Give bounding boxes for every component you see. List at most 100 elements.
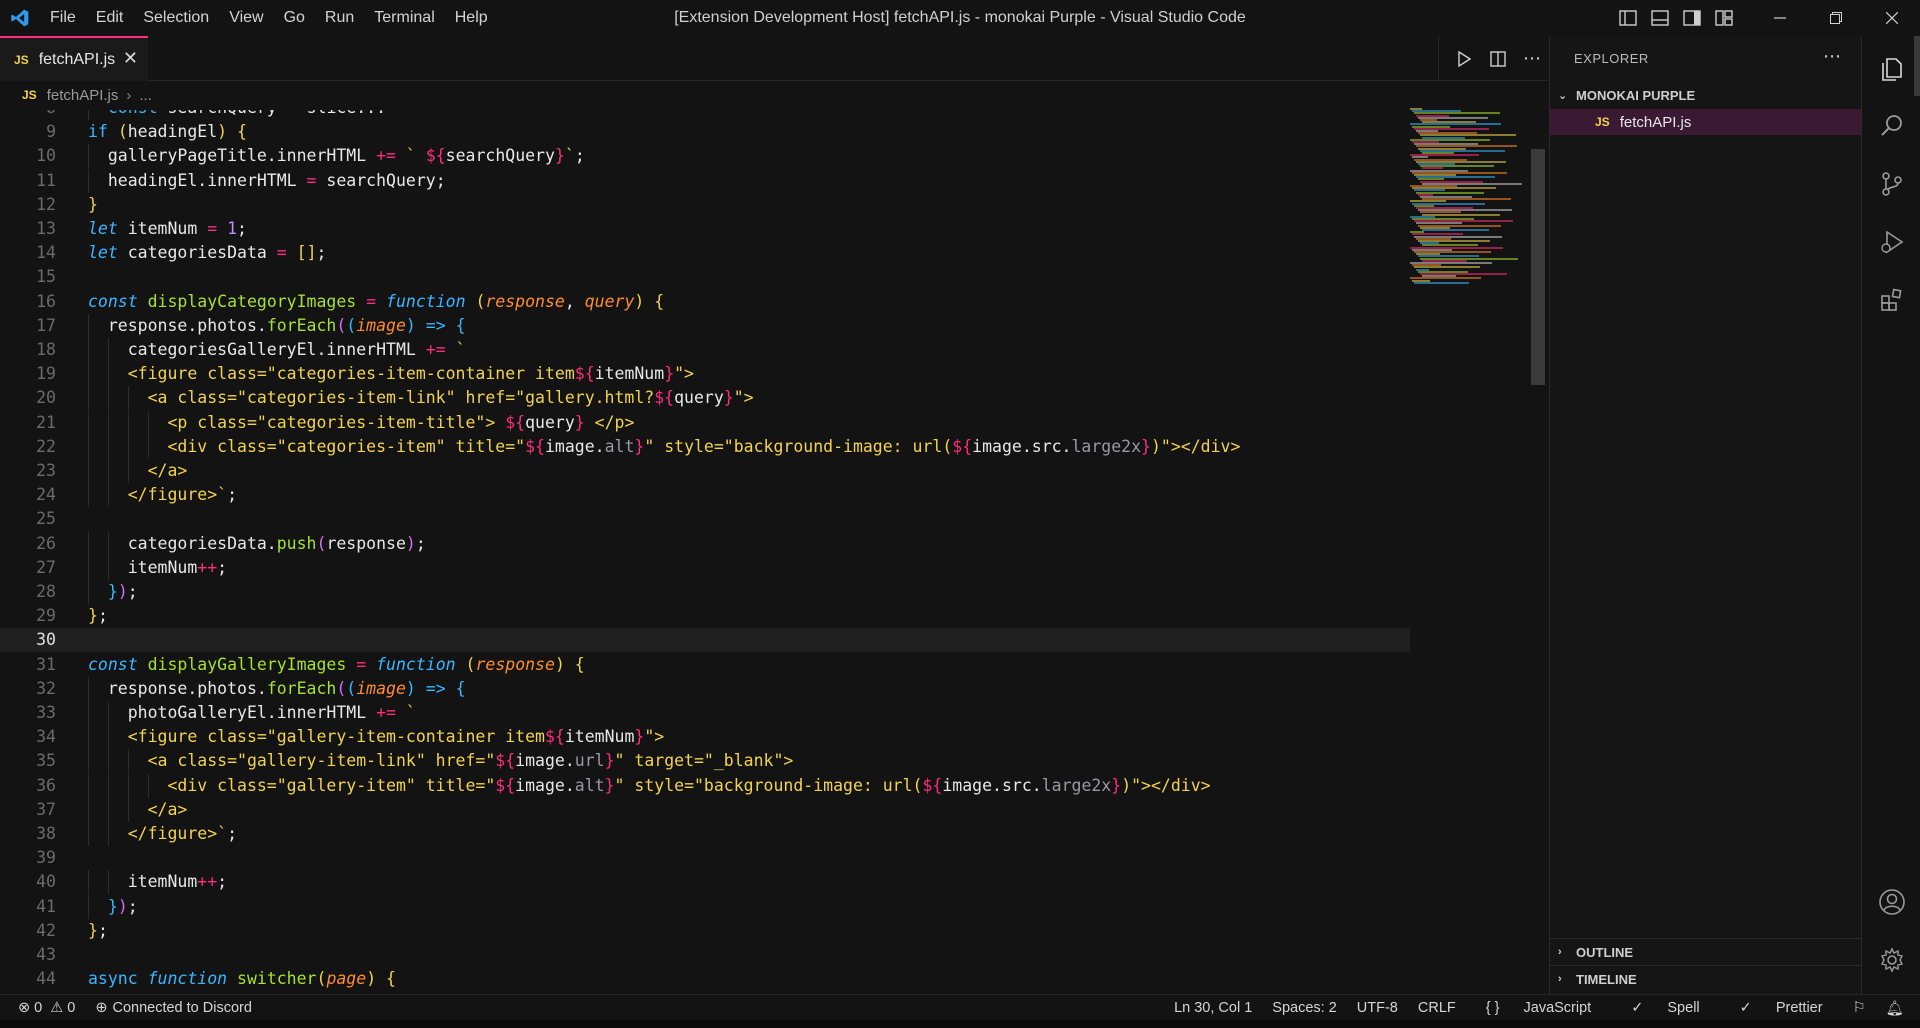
globe-icon: ⊕ bbox=[95, 1000, 108, 1016]
settings-gear-icon[interactable] bbox=[1862, 932, 1920, 988]
menu-selection[interactable]: Selection bbox=[133, 0, 219, 36]
timeline-header[interactable]: › TIMELINE bbox=[1550, 966, 1862, 992]
code-line[interactable]: 43 bbox=[0, 943, 1410, 967]
line-number: 24 bbox=[36, 485, 56, 505]
code-line[interactable]: 21 <p class="categories-item-title"> ${q… bbox=[0, 410, 1410, 435]
discord-label: Connected to Discord bbox=[112, 1000, 252, 1016]
line-endings[interactable]: CRLF bbox=[1408, 1000, 1466, 1016]
explorer-file-item[interactable]: JS fetchAPI.js bbox=[1550, 109, 1861, 135]
indent-guide bbox=[128, 386, 130, 411]
split-editor-icon[interactable] bbox=[1481, 36, 1515, 81]
code-line[interactable]: 13 let itemNum = 1; bbox=[0, 217, 1410, 241]
menu-run[interactable]: Run bbox=[315, 0, 364, 36]
tab-fetchapi[interactable]: JS fetchAPI.js ✕ bbox=[0, 36, 148, 81]
code-line[interactable]: 23 </a> bbox=[0, 459, 1410, 483]
feedback-icon[interactable]: ⚐ bbox=[1843, 1000, 1876, 1016]
indentation[interactable]: Spaces: 2 bbox=[1262, 1000, 1347, 1016]
problems-status[interactable]: ⊗ 0 ⚠ 0 bbox=[18, 1000, 75, 1016]
code-line[interactable]: 41 }); bbox=[0, 894, 1410, 919]
code-line[interactable]: 32 response.photos.forEach((image) => { bbox=[0, 676, 1410, 701]
menu-go[interactable]: Go bbox=[274, 0, 315, 36]
code-line[interactable]: 29}; bbox=[0, 604, 1410, 628]
line-number: 12 bbox=[36, 194, 56, 214]
code-line[interactable]: 16 const displayCategoryImages = function… bbox=[0, 290, 1410, 314]
code-line[interactable]: 37 </a> bbox=[0, 797, 1410, 822]
language-mode[interactable]: { } JavaScript bbox=[1466, 1000, 1611, 1016]
code-line[interactable]: 28 }); bbox=[0, 580, 1410, 604]
code-line[interactable]: 12} bbox=[0, 193, 1410, 217]
code-line[interactable]: 11 headingEl.innerHTML = searchQuery; bbox=[0, 168, 1410, 193]
code-line[interactable]: 33 photoGalleryEl.innerHTML += ` bbox=[0, 701, 1410, 725]
code-line[interactable]: 35 <a class="gallery-item-link" href="${… bbox=[0, 749, 1410, 774]
run-debug-icon[interactable] bbox=[1862, 214, 1920, 270]
code-line[interactable]: 15 bbox=[0, 265, 1410, 289]
indent-guide bbox=[88, 725, 89, 750]
code-line[interactable]: 40 itemNum++; bbox=[0, 870, 1410, 895]
code-line[interactable]: 26 categoriesData.push(response); bbox=[0, 531, 1410, 556]
line-number: 43 bbox=[36, 945, 56, 964]
explorer-icon[interactable] bbox=[1862, 40, 1920, 96]
code-line[interactable]: 17 response.photos.forEach((image) => { bbox=[0, 313, 1410, 338]
cursor-position[interactable]: Ln 30, Col 1 bbox=[1164, 1000, 1262, 1016]
source-control-icon[interactable] bbox=[1862, 156, 1920, 212]
more-actions-icon[interactable]: ⋯ bbox=[1515, 36, 1549, 81]
close-tab-icon[interactable]: ✕ bbox=[123, 48, 138, 69]
run-icon[interactable] bbox=[1447, 36, 1481, 81]
breadcrumb-file[interactable]: fetchAPI.js bbox=[47, 87, 119, 104]
code-line[interactable]: 19 <figure class="categories-item-contai… bbox=[0, 362, 1410, 387]
folder-header[interactable]: ⌄ MONOKAI PURPLE bbox=[1550, 82, 1862, 108]
code-line[interactable]: 36 <div class="gallery-item" title="${im… bbox=[0, 773, 1410, 798]
minimap[interactable] bbox=[1410, 108, 1530, 348]
code-line[interactable]: 31 const displayGalleryImages = function … bbox=[0, 653, 1410, 677]
code-line[interactable]: 34 <figure class="gallery-item-container… bbox=[0, 725, 1410, 750]
toggle-panel-icon[interactable] bbox=[1644, 0, 1676, 36]
toggle-secondary-sidebar-icon[interactable] bbox=[1676, 0, 1708, 36]
account-icon[interactable] bbox=[1862, 874, 1920, 930]
code-line[interactable]: 39 bbox=[0, 846, 1410, 870]
menu-edit[interactable]: Edit bbox=[86, 0, 134, 36]
code-line[interactable]: 10 galleryPageTitle.innerHTML += ` ${sea… bbox=[0, 144, 1410, 169]
toggle-primary-sidebar-icon[interactable] bbox=[1612, 0, 1644, 36]
code-line[interactable]: 38 </figure>`; bbox=[0, 822, 1410, 846]
code-line[interactable]: 25 bbox=[0, 507, 1410, 531]
breadcrumb-symbol[interactable]: ... bbox=[139, 87, 152, 104]
restore-icon[interactable] bbox=[1808, 0, 1864, 36]
code-line[interactable]: 27 itemNum++; bbox=[0, 555, 1410, 580]
search-icon[interactable] bbox=[1862, 98, 1920, 154]
customize-layout-icon[interactable] bbox=[1708, 0, 1740, 36]
encoding[interactable]: UTF-8 bbox=[1347, 1000, 1408, 1016]
line-number: 37 bbox=[36, 799, 56, 819]
menu-help[interactable]: Help bbox=[445, 0, 498, 36]
menu-terminal[interactable]: Terminal bbox=[364, 0, 444, 36]
line-number: 8 bbox=[0, 110, 56, 120]
indent-guide bbox=[128, 797, 130, 822]
discord-status[interactable]: ⊕ Connected to Discord bbox=[95, 1000, 252, 1016]
explorer-more-icon[interactable]: ⋯ bbox=[1823, 36, 1841, 82]
menu-file[interactable]: File bbox=[40, 0, 86, 36]
outline-header[interactable]: › OUTLINE bbox=[1550, 939, 1862, 965]
indent-guide bbox=[108, 870, 110, 895]
code-line[interactable]: 18 categoriesGalleryEl.innerHTML += ` bbox=[0, 338, 1410, 362]
code-line[interactable]: 14 let categoriesData = []; bbox=[0, 241, 1410, 265]
close-window-icon[interactable] bbox=[1864, 0, 1920, 36]
code-line[interactable]: 30 bbox=[0, 628, 1410, 653]
line-number: 22 bbox=[36, 436, 56, 456]
code-line[interactable]: 42}; bbox=[0, 919, 1410, 943]
editor-scrollbar[interactable] bbox=[1531, 149, 1545, 385]
minimize-icon[interactable] bbox=[1752, 0, 1808, 36]
indent-guide bbox=[128, 773, 130, 798]
code-line[interactable]: 44 async function switcher(page) { bbox=[0, 967, 1410, 991]
menu-view[interactable]: View bbox=[219, 0, 273, 36]
code-editor[interactable]: 8 const searchQuery = slice... 9 if (headi… bbox=[0, 110, 1410, 994]
indent-guide bbox=[148, 434, 150, 459]
code-line[interactable]: 24 </figure>`; bbox=[0, 483, 1410, 508]
spell-status[interactable]: ✓ Spell bbox=[1611, 1000, 1719, 1016]
extensions-icon[interactable] bbox=[1862, 272, 1920, 328]
code-line[interactable]: 9 if (headingEl) { bbox=[0, 120, 1410, 144]
prettier-status[interactable]: ✓ Prettier bbox=[1720, 1000, 1843, 1016]
code-line[interactable]: 22 <div class="categories-item" title="$… bbox=[0, 434, 1410, 459]
code-line[interactable]: 8 const searchQuery = slice... bbox=[0, 110, 1410, 120]
code-line[interactable]: 20 <a class="categories-item-link" href=… bbox=[0, 386, 1410, 411]
notifications-bell-icon[interactable]: 🔔︎ bbox=[1876, 1000, 1920, 1017]
line-source: if (headingEl) { bbox=[88, 122, 247, 142]
